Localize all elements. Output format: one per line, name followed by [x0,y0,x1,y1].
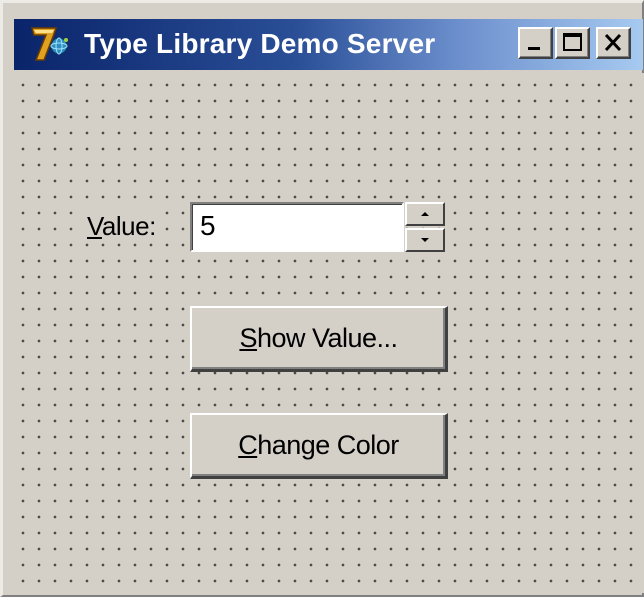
window-title: Type Library Demo Server [84,28,436,59]
change-color-mnemonic: C [238,430,258,460]
show-value-mnemonic: S [239,323,257,353]
minimize-button[interactable] [518,27,553,59]
close-button[interactable] [596,27,631,59]
spin-down-button[interactable] [405,228,445,252]
show-value-button[interactable]: Show Value... [190,306,448,372]
form-client-area: Value: 5 Show Value... Change Color [9,73,644,593]
change-color-button[interactable]: Change Color [190,413,448,479]
value-label-mnemonic: V [87,211,102,241]
spin-up-button[interactable] [405,202,445,226]
value-label-text: alue: [101,211,156,241]
show-value-label: how Value... [256,323,398,353]
value-input[interactable]: 5 [190,202,404,252]
value-label: Value: [83,210,160,242]
change-color-label: hange Color [257,430,399,460]
delphi-7-icon[interactable] [30,24,72,64]
maximize-button[interactable] [555,27,590,59]
title-bar[interactable]: Type Library Demo Server [14,19,643,70]
app-window: Type Library Demo Server Value: 5 Show V… [0,0,644,597]
